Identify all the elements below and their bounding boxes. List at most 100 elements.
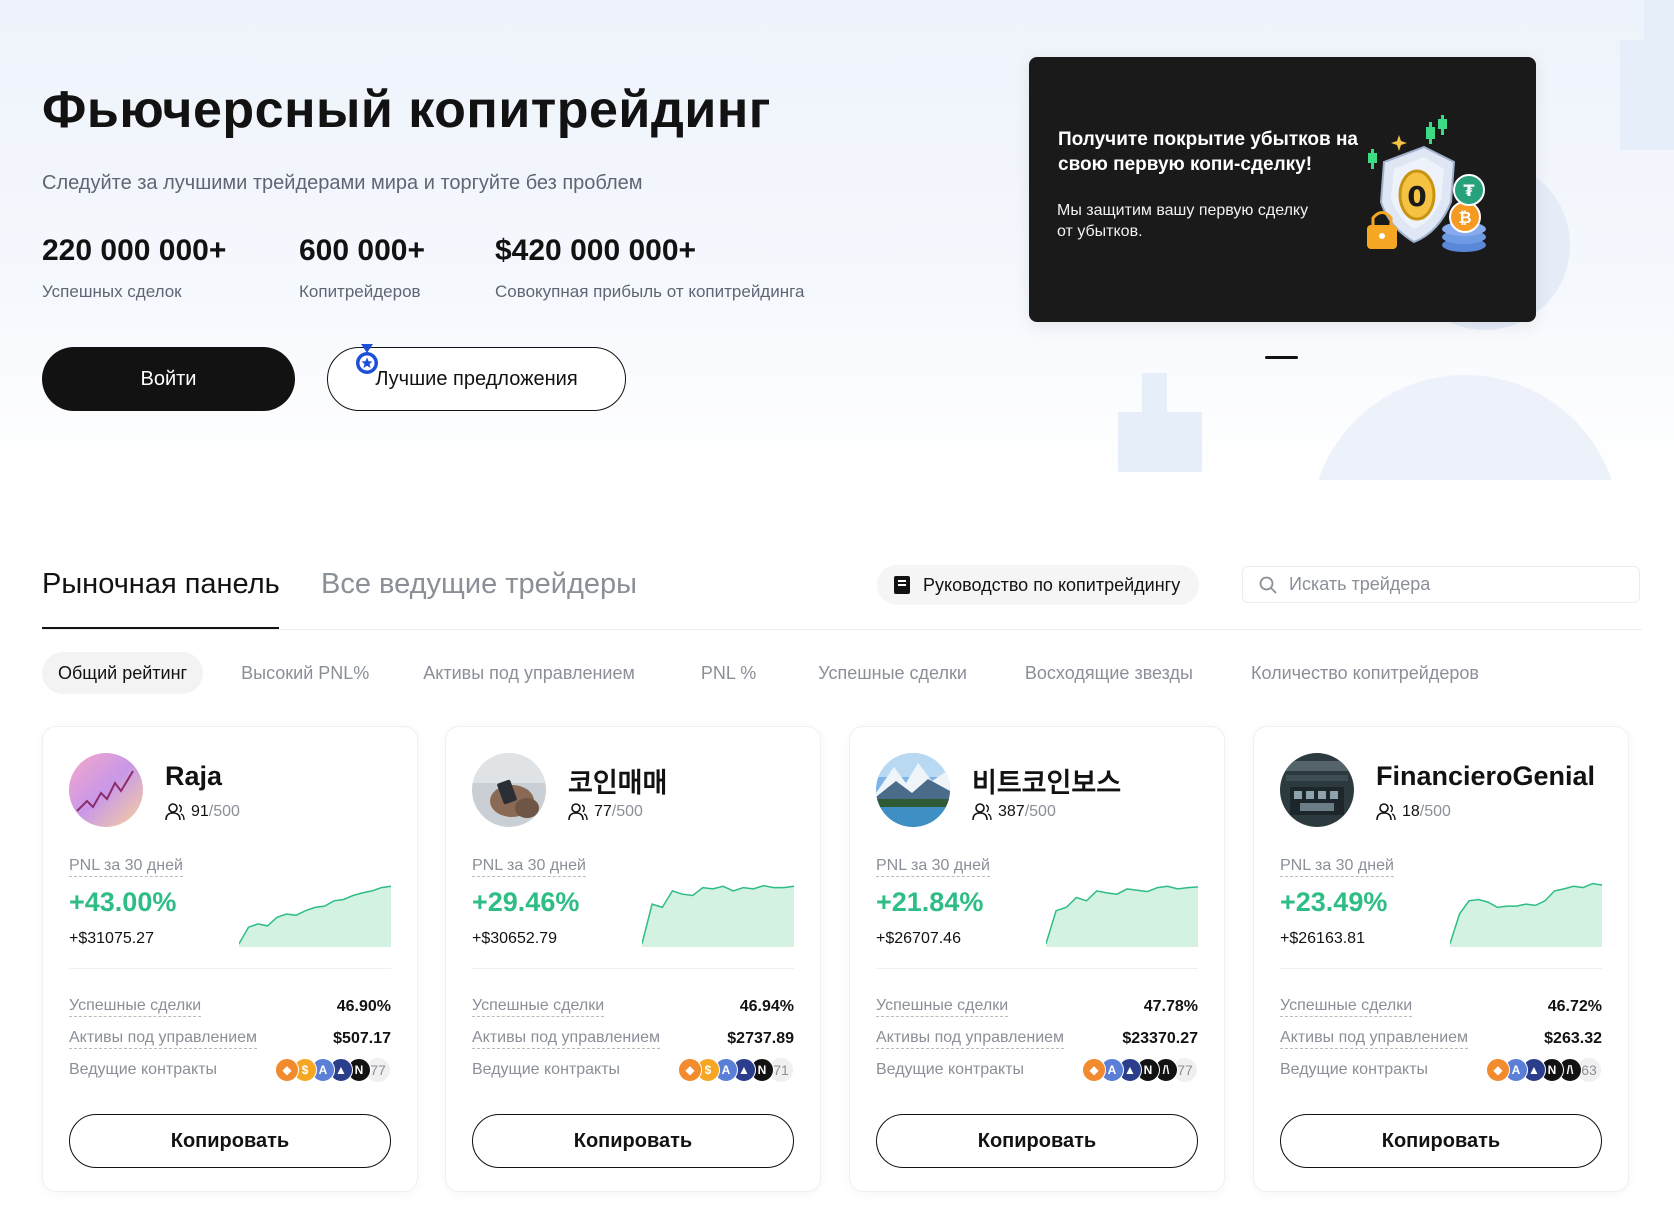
pnl-label: PNL за 30 дней — [876, 857, 990, 877]
banner-title: Получите покрытие убытков на свою первую… — [1058, 129, 1358, 175]
contract-coins: ◆ A ▲ N/\ 77 — [1082, 1057, 1198, 1083]
pnl-percent: +43.00% — [69, 887, 177, 917]
followers-count: 91/500 — [165, 803, 240, 821]
contract-coins: ◆ $ A ▲ N 71 — [678, 1057, 794, 1083]
trader-card[interactable]: Raja 91/500 PNL за 30 дней +43.00% +$310… — [42, 726, 418, 1192]
aum-label: Активы под управлением — [876, 1029, 1065, 1049]
pnl-percent: +21.84% — [876, 887, 984, 917]
aum-value: $263.32 — [1544, 1030, 1602, 1047]
pnl-percent: +29.46% — [472, 887, 580, 917]
filter-rising-stars[interactable]: Восходящие звезды — [1009, 652, 1209, 694]
stat-copytraders: 600 000+ Копитрейдеров — [299, 234, 425, 302]
aum-row: Активы под управлением $507.17 — [69, 1029, 391, 1049]
card-divider — [1280, 968, 1602, 969]
filter-aum[interactable]: Активы под управлением — [407, 652, 651, 694]
users-icon — [568, 803, 588, 821]
copy-button[interactable]: Копировать — [1280, 1114, 1602, 1168]
trader-card[interactable]: FinancieroGenial 18/500 PNL за 30 дней +… — [1253, 726, 1629, 1192]
shib-icon: ◆ — [1082, 1058, 1106, 1082]
stat-value: 600 000+ — [299, 234, 425, 267]
followers-count: 77/500 — [568, 803, 643, 821]
pnl-sparkline — [239, 885, 391, 947]
decor-shape — [1142, 373, 1167, 463]
trader-card[interactable]: 비트코인보스 387/500 PNL за 30 дней +21.84% +$… — [849, 726, 1225, 1192]
sparkline-area — [642, 885, 794, 947]
stat-label: Совокупная прибыль от копитрейдинга — [495, 282, 805, 301]
decor-shape — [1644, 0, 1674, 40]
trader-name[interactable]: FinancieroGenial — [1376, 761, 1595, 792]
win-rate-value: 46.72% — [1547, 998, 1602, 1015]
filter-overall-rating[interactable]: Общий рейтинг — [42, 652, 204, 694]
copy-button[interactable]: Копировать — [472, 1114, 794, 1168]
promo-banner[interactable]: Получите покрытие убытков на свою первую… — [1029, 57, 1536, 322]
sparkline-area — [1046, 886, 1198, 947]
followers-max: /500 — [1024, 803, 1056, 820]
copytrading-guide-button[interactable]: Руководство по копитрейдингу — [877, 565, 1199, 605]
pnl-percent: +23.49% — [1280, 887, 1388, 917]
medal-icon — [356, 344, 378, 374]
stat-label: Успешных сделок — [42, 282, 182, 301]
followers-current: 18 — [1402, 803, 1420, 820]
win-rate-row: Успешные сделки 46.94% — [472, 997, 794, 1017]
aum-label: Активы под управлением — [472, 1029, 661, 1049]
book-icon — [894, 576, 910, 594]
avatar[interactable] — [69, 753, 143, 827]
win-rate-value: 46.94% — [739, 998, 794, 1015]
win-rate-row: Успешные сделки 46.72% — [1280, 997, 1602, 1017]
tabs-divider — [42, 629, 1642, 630]
filter-win-rate[interactable]: Успешные сделки — [802, 652, 983, 694]
win-rate-row: Успешные сделки 47.78% — [876, 997, 1198, 1017]
filter-high-pnl[interactable]: Высокий PNL% — [225, 652, 385, 694]
pnl-usd: +$26163.81 — [1280, 930, 1365, 947]
card-divider — [69, 968, 391, 969]
shib-icon: ◆ — [1486, 1058, 1510, 1082]
decor-shape — [1620, 40, 1674, 150]
search-input[interactable] — [1289, 574, 1619, 595]
win-rate-label: Успешные сделки — [876, 997, 1009, 1017]
guide-label: Руководство по копитрейдингу — [923, 574, 1181, 595]
sparkline-area — [1450, 883, 1602, 947]
trader-search[interactable] — [1242, 566, 1640, 603]
contracts-row: Ведущие контракты ◆ $ A ▲ N 77 — [69, 1057, 391, 1083]
users-icon — [972, 803, 992, 821]
sparkline-area — [239, 886, 391, 947]
followers-current: 77 — [594, 803, 612, 820]
aum-row: Активы под управлением $23370.27 — [876, 1029, 1198, 1049]
trader-card[interactable]: 코인매매 77/500 PNL за 30 дней +29.46% +$306… — [445, 726, 821, 1192]
aum-label: Активы под управлением — [69, 1029, 258, 1049]
followers-count: 387/500 — [972, 803, 1056, 821]
contracts-row: Ведущие контракты ◆ A ▲ N/\ 63 — [1280, 1057, 1602, 1083]
users-icon — [1376, 803, 1396, 821]
contract-coins: ◆ A ▲ N/\ 63 — [1486, 1057, 1602, 1083]
avatar[interactable] — [1280, 753, 1354, 827]
card-divider — [472, 968, 794, 969]
contracts-label: Ведущие контракты — [472, 1060, 621, 1078]
copy-button[interactable]: Копировать — [69, 1114, 391, 1168]
svg-text:0: 0 — [1407, 180, 1426, 213]
svg-text:₮: ₮ — [1463, 181, 1474, 200]
tab-all-traders[interactable]: Все ведущие трейдеры — [321, 568, 637, 601]
contracts-label: Ведущие контракты — [69, 1060, 218, 1078]
avatar[interactable] — [876, 753, 950, 827]
pnl-label: PNL за 30 дней — [472, 857, 586, 877]
page-subtitle: Следуйте за лучшими трейдерами мира и то… — [42, 172, 643, 194]
filter-copier-count[interactable]: Количество копитрейдеров — [1235, 652, 1495, 694]
login-button[interactable]: Войти — [42, 347, 295, 411]
aum-value: $23370.27 — [1122, 1030, 1198, 1047]
aum-row: Активы под управлением $263.32 — [1280, 1029, 1602, 1049]
filter-pnl-pct[interactable]: PNL % — [685, 652, 772, 694]
win-rate-label: Успешные сделки — [472, 997, 605, 1017]
stat-value: $420 000 000+ — [495, 234, 697, 267]
tab-market-panel[interactable]: Рыночная панель — [42, 568, 280, 601]
trader-name[interactable]: Raja — [165, 761, 222, 792]
trader-name[interactable]: 코인매매 — [568, 761, 667, 800]
shib-icon: ◆ — [678, 1058, 702, 1082]
win-rate-label: Успешные сделки — [69, 997, 202, 1017]
avatar[interactable] — [472, 753, 546, 827]
shield-coins-icon: 0 ₿ ₮ — [1367, 115, 1486, 252]
users-icon — [165, 803, 185, 821]
trader-name[interactable]: 비트코인보스 — [972, 761, 1121, 800]
copy-button[interactable]: Копировать — [876, 1114, 1198, 1168]
pnl-usd: +$31075.27 — [69, 930, 154, 947]
carousel-indicator[interactable] — [1265, 356, 1298, 359]
